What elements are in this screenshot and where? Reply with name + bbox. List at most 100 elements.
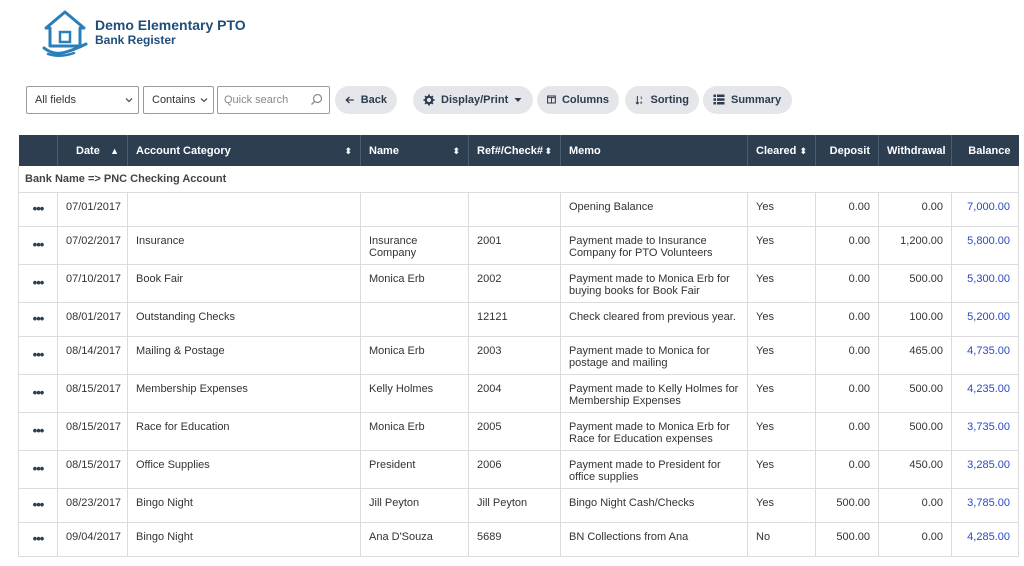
sort-icon: ▲︎ [110, 145, 119, 156]
sort-icon: ⬍ [799, 145, 807, 156]
cell-withdrawal: 0.00 [878, 192, 952, 227]
cell-account-category: Book Fair [127, 264, 361, 303]
row-actions-icon[interactable]: ••• [18, 302, 58, 337]
columns-button[interactable]: Columns [537, 85, 619, 114]
cell-cleared: Yes [747, 412, 816, 451]
sorting-button[interactable]: 19 Sorting [625, 85, 699, 114]
chevron-down-icon [200, 97, 208, 102]
cell-deposit: 500.00 [815, 488, 879, 523]
cell-deposit: 0.00 [815, 264, 879, 303]
cell-account-category: Outstanding Checks [127, 302, 361, 337]
sort-icon: ⬍ [452, 145, 460, 156]
table-row[interactable]: ••• 08/15/2017 Race for Education Monica Er… [18, 412, 1019, 451]
match-select-value: Contains [152, 93, 196, 106]
table-row[interactable]: ••• 09/04/2017 Bingo Night Ana D'Souza 5689 B… [18, 522, 1019, 557]
row-actions-icon[interactable]: ••• [18, 488, 58, 523]
col-header-date[interactable]: Date ▲︎ [57, 135, 128, 166]
col-header-account-category[interactable]: Account Category ⬍ [127, 135, 361, 166]
table-row[interactable]: ••• 07/10/2017 Book Fair Monica Erb 2002 Paym… [18, 264, 1019, 303]
cell-cleared: No [747, 522, 816, 557]
col-header-withdrawal[interactable]: Withdrawal [878, 135, 952, 166]
col-header-name[interactable]: Name ⬍ [360, 135, 469, 166]
cell-withdrawal: 500.00 [878, 374, 952, 413]
search-icon[interactable] [310, 93, 323, 106]
toolbar: All fields Contains Back Display/Print C… [26, 85, 792, 114]
cell-date: 07/10/2017 [57, 264, 128, 303]
cell-memo: Payment made to Monica Erb for buying bo… [560, 264, 748, 303]
row-actions-icon[interactable]: ••• [18, 226, 58, 265]
col-header-ref-check[interactable]: Ref#/Check# ⬍ [468, 135, 561, 166]
table-header-row: Date ▲︎ Account Category ⬍ Name ⬍ Ref#/Che… [18, 135, 1019, 166]
cell-balance: 4,735.00 [951, 336, 1019, 375]
quick-search-input[interactable] [224, 93, 308, 106]
cell-deposit: 0.00 [815, 374, 879, 413]
row-actions-icon[interactable]: ••• [18, 264, 58, 303]
cell-name: Kelly Holmes [360, 374, 469, 413]
match-select[interactable]: Contains [143, 85, 214, 114]
cell-withdrawal: 100.00 [878, 302, 952, 337]
row-actions-icon[interactable]: ••• [18, 450, 58, 489]
cell-cleared: Yes [747, 336, 816, 375]
col-header-deposit[interactable]: Deposit [815, 135, 879, 166]
row-actions-icon[interactable]: ••• [18, 412, 58, 451]
sort-icon: ⬍ [344, 145, 352, 156]
table-row[interactable]: ••• 08/14/2017 Mailing & Postage Monica Erb… [18, 336, 1019, 375]
table-row[interactable]: ••• 08/01/2017 Outstanding Checks 12121 Chec… [18, 302, 1019, 337]
row-actions-icon[interactable]: ••• [18, 192, 58, 227]
row-actions-icon[interactable]: ••• [18, 374, 58, 413]
table-row[interactable]: ••• 07/01/2017 Opening Balance Yes 0.00 0.00 7… [18, 192, 1019, 227]
cell-deposit: 0.00 [815, 412, 879, 451]
table-row[interactable]: ••• 08/23/2017 Bingo Night Jill Peyton Jill … [18, 488, 1019, 523]
cell-date: 07/02/2017 [57, 226, 128, 265]
cell-name: Monica Erb [360, 264, 469, 303]
table-row[interactable]: ••• 08/15/2017 Office Supplies President 200… [18, 450, 1019, 489]
row-actions-icon[interactable]: ••• [18, 336, 58, 375]
cell-date: 08/23/2017 [57, 488, 128, 523]
cell-name: President [360, 450, 469, 489]
cell-balance: 7,000.00 [951, 192, 1019, 227]
table-body: Bank Name => PNC Checking Account ••• 07/… [18, 166, 1019, 557]
row-actions-icon[interactable]: ••• [18, 522, 58, 557]
summary-button[interactable]: Summary [703, 85, 792, 114]
cell-date: 08/15/2017 [57, 412, 128, 451]
display-print-button[interactable]: Display/Print [413, 85, 533, 114]
cell-name: Ana D'Souza [360, 522, 469, 557]
cell-cleared: Yes [747, 374, 816, 413]
summary-label: Summary [731, 93, 782, 106]
cell-memo: Payment made to Insurance Company for PT… [560, 226, 748, 265]
col-header-memo[interactable]: Memo [560, 135, 748, 166]
cell-cleared: Yes [747, 488, 816, 523]
cell-cleared: Yes [747, 192, 816, 227]
chevron-down-icon [125, 97, 133, 102]
field-select[interactable]: All fields [26, 85, 139, 114]
cell-ref [468, 192, 561, 227]
sort-icon: 19 [635, 95, 643, 104]
cell-date: 08/01/2017 [57, 302, 128, 337]
cell-memo: Payment made to Kelly Holmes for Members… [560, 374, 748, 413]
cell-memo: Payment made to President for office sup… [560, 450, 748, 489]
app-header: Demo Elementary PTO Bank Register [40, 8, 246, 60]
list-icon [713, 94, 725, 105]
bank-register-table: Date ▲︎ Account Category ⬍ Name ⬍ Ref#/Che… [18, 135, 1019, 557]
cell-account-category: Bingo Night [127, 522, 361, 557]
cell-balance: 4,235.00 [951, 374, 1019, 413]
cell-ref: 2004 [468, 374, 561, 413]
col-header-cleared[interactable]: Cleared ⬍ [747, 135, 816, 166]
caret-down-icon [514, 97, 522, 102]
cell-account-category: Membership Expenses [127, 374, 361, 413]
table-row[interactable]: ••• 07/02/2017 Insurance Insurance Company 2… [18, 226, 1019, 265]
cell-memo: Opening Balance [560, 192, 748, 227]
col-header-balance[interactable]: Balance [951, 135, 1019, 166]
cell-withdrawal: 465.00 [878, 336, 952, 375]
cell-balance: 4,285.00 [951, 522, 1019, 557]
svg-text:9: 9 [640, 99, 643, 104]
cell-memo: Check cleared from previous year. [560, 302, 748, 337]
table-row[interactable]: ••• 08/15/2017 Membership Expenses Kelly Ho… [18, 374, 1019, 413]
cell-account-category: Bingo Night [127, 488, 361, 523]
group-row: Bank Name => PNC Checking Account [18, 166, 1019, 193]
cell-ref: 2002 [468, 264, 561, 303]
cell-balance: 3,785.00 [951, 488, 1019, 523]
back-button[interactable]: Back [335, 85, 397, 114]
cell-ref: 2001 [468, 226, 561, 265]
cell-name [360, 302, 469, 337]
